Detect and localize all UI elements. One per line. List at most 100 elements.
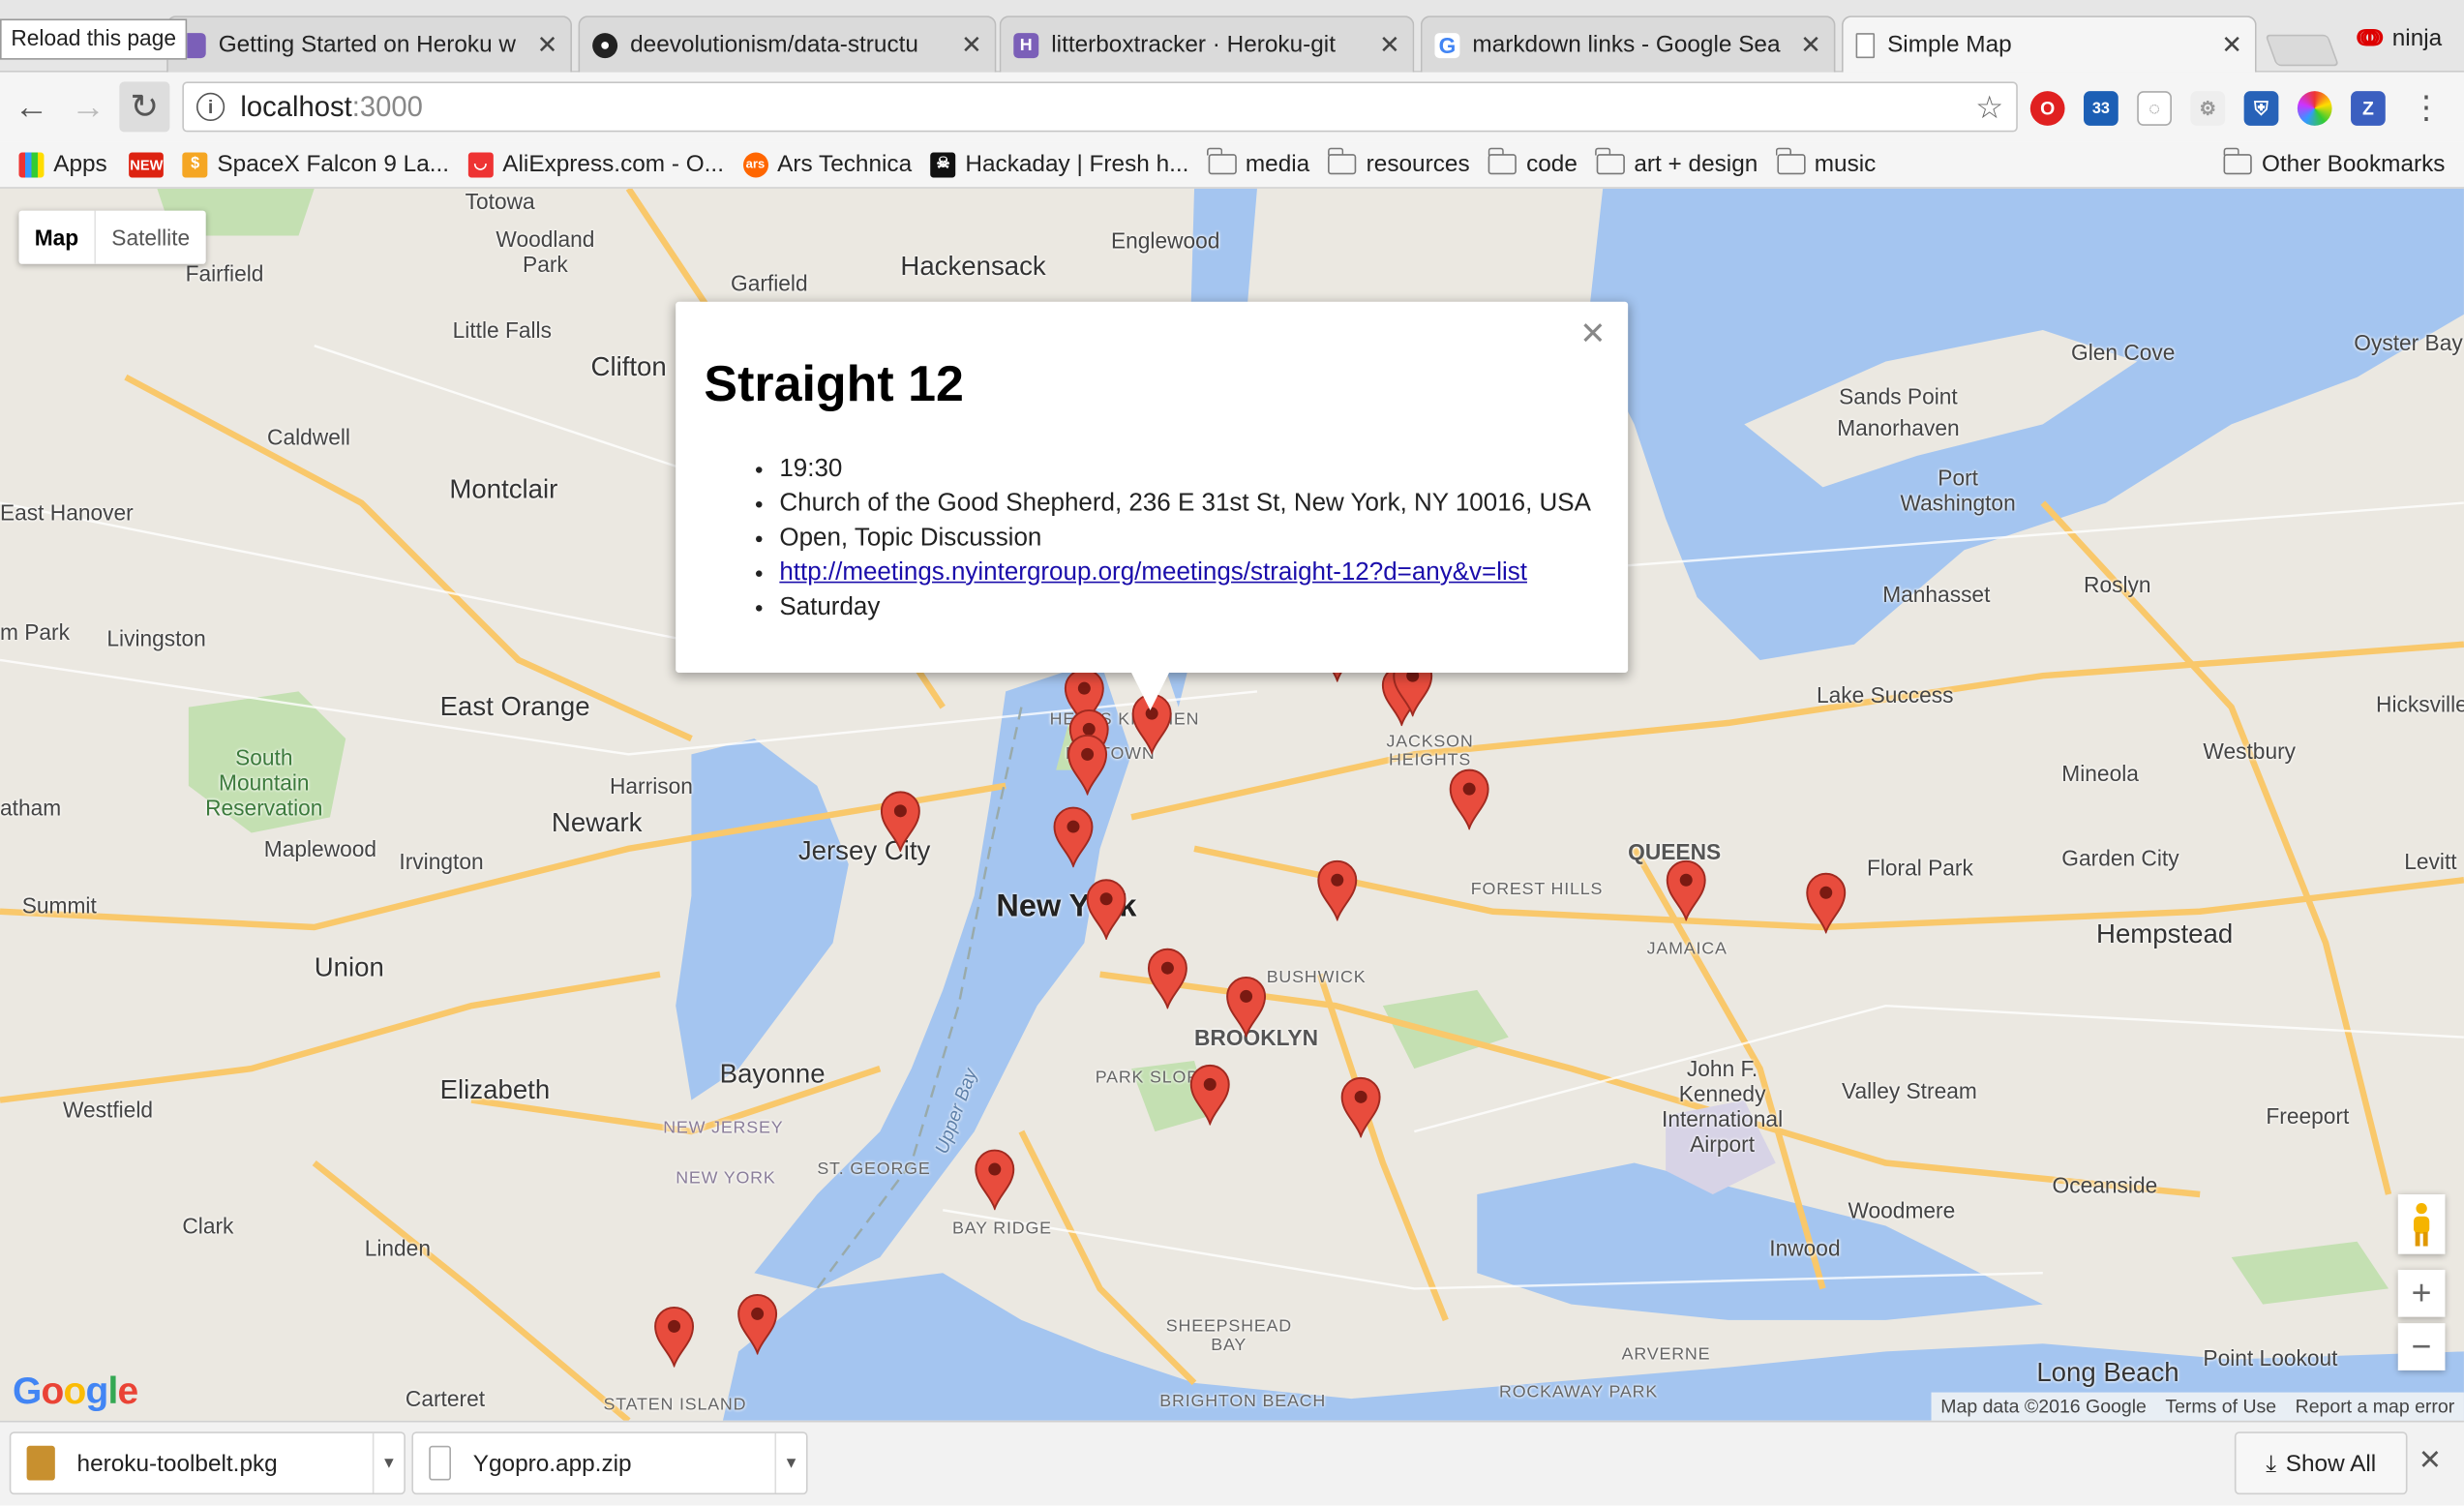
map-marker-icon[interactable] [1146, 946, 1189, 1010]
tab-google-search[interactable]: G markdown links - Google Sea ✕ [1420, 15, 1836, 73]
address-bar[interactable]: i localhost:3000 ☆ [182, 81, 2018, 133]
other-bookmarks[interactable]: Other Bookmarks [2223, 147, 2445, 177]
label-clark: Clark [182, 1213, 234, 1239]
map-marker-icon[interactable] [1664, 858, 1707, 922]
show-all-label: Show All [2285, 1449, 2377, 1477]
map-marker-icon[interactable] [652, 1305, 696, 1370]
label-st-george: ST. GEORGE [817, 1160, 931, 1179]
label-totowa: Totowa [465, 188, 535, 214]
map-marker-icon[interactable] [1804, 871, 1848, 935]
reload-tooltip: Reload this page [0, 18, 188, 60]
bookmark-hackaday[interactable]: ☠ Hackaday | Fresh h... [930, 151, 1188, 177]
info-window: ✕ Straight 12 19:30 Church of the Good S… [676, 301, 1629, 710]
close-icon[interactable]: ✕ [961, 29, 982, 60]
street-view-pegman-icon[interactable] [2397, 1194, 2446, 1254]
url-port: :3000 [351, 90, 423, 122]
reload-button[interactable]: ↻ [119, 81, 170, 133]
extensions-bar: O 33 ◌ ⚙ ⛨ Z [2029, 91, 2386, 126]
show-all-downloads-button[interactable]: ⤓ Show All [2234, 1431, 2408, 1495]
new-tab-button[interactable] [2265, 34, 2340, 67]
shield-extension-icon[interactable]: ⛨ [2243, 91, 2279, 126]
bookmark-label: Ars Technica [777, 150, 913, 178]
zoom-out-button[interactable]: − [2397, 1323, 2446, 1370]
label-arverne: ARVERNE [1621, 1344, 1711, 1365]
bookmark-label: resources [1366, 150, 1470, 178]
profile-name: ninja [2391, 24, 2443, 52]
tab-litterboxtracker[interactable]: H litterboxtracker · Heroku-git ✕ [999, 15, 1415, 73]
tab-title: litterboxtracker · Heroku-git [1051, 31, 1336, 59]
meeting-link[interactable]: http://meetings.nyintergroup.org/meeting… [779, 559, 1527, 587]
bookmark-star-icon[interactable]: ☆ [1975, 87, 2003, 127]
map-marker-icon[interactable] [1188, 1063, 1232, 1128]
bookmark-arstechnica[interactable]: ars Ars Technica [742, 150, 913, 178]
map-type-map-button[interactable]: Map [18, 210, 97, 264]
map-marker-icon[interactable] [1447, 767, 1490, 831]
gear-extension-icon[interactable]: ⚙ [2190, 91, 2226, 126]
download-menu-arrow[interactable]: ▼ [372, 1432, 404, 1493]
download-menu-arrow[interactable]: ▼ [774, 1432, 805, 1493]
map-canvas[interactable]: New York Newark Jersey City Clifton Bayo… [0, 188, 2464, 1421]
bookmark-aliexpress[interactable]: ◡ AliExpress.com - O... [467, 151, 724, 177]
bookmark-spacex[interactable]: $ SpaceX Falcon 9 La... [182, 150, 450, 178]
map-marker-icon[interactable] [1066, 733, 1109, 798]
map-marker-icon[interactable] [1315, 858, 1359, 922]
map-marker-icon[interactable] [1224, 975, 1268, 1039]
close-downloads-icon[interactable]: ✕ [2419, 1444, 2443, 1477]
label-new-york-state: NEW YORK [676, 1169, 776, 1189]
bookmark-folder-music[interactable]: music [1775, 147, 1876, 177]
google-logo[interactable]: Google [13, 1370, 138, 1414]
tab-github[interactable]: ● deevolutionism/data-structu ✕ [578, 15, 997, 73]
map-marker-icon[interactable] [1084, 877, 1127, 942]
tab-heroku-getting-started[interactable]: Getting Started on Heroku w ✕ [166, 15, 573, 73]
report-error-link[interactable]: Report a map error [2286, 1396, 2464, 1418]
label-atham: atham [0, 795, 62, 821]
close-icon[interactable]: ✕ [1800, 29, 1821, 60]
bookmark-folder-code[interactable]: code [1487, 147, 1578, 178]
bookmark-folder-art-design[interactable]: art + design [1595, 147, 1758, 178]
map-marker-icon[interactable] [1338, 1075, 1382, 1140]
label-sands-point: Sands Point Manorhaven [1837, 383, 1960, 440]
mail-extension-icon[interactable]: 33 [2084, 91, 2118, 126]
label-carteret: Carteret [405, 1386, 486, 1412]
info-icon[interactable]: i [195, 92, 225, 122]
downloads-bar: heroku-toolbelt.pkg ▼ Ygopro.app.zip ▼ ⤓… [0, 1420, 2464, 1506]
download-item-ygopro[interactable]: Ygopro.app.zip ▼ [411, 1431, 808, 1495]
bookmark-folder-resources[interactable]: resources [1327, 147, 1470, 178]
opera-extension-icon[interactable]: O [2029, 91, 2065, 126]
bookmark-new-badge[interactable]: NEW [129, 151, 172, 177]
map-data-credit: Map data ©2016 Google [1940, 1395, 2147, 1418]
map-marker-icon[interactable] [973, 1147, 1016, 1212]
label-hempstead: Hempstead [2096, 919, 2234, 949]
zoom-in-button[interactable]: + [2397, 1269, 2446, 1317]
label-jackson-heights: JACKSON HEIGHTS [1386, 732, 1474, 770]
close-icon[interactable]: ✕ [2221, 29, 2242, 60]
bookmark-apps[interactable]: Apps [18, 151, 107, 177]
incognito-icon: ↈ [2357, 24, 2384, 52]
map-marker-icon[interactable] [736, 1292, 779, 1357]
bookmark-label: SpaceX Falcon 9 La... [217, 150, 450, 178]
forward-arrow-icon: → [71, 86, 105, 126]
label-englewood: Englewood [1110, 227, 1220, 254]
back-button[interactable]: ← [6, 81, 56, 132]
map-type-satellite-button[interactable]: Satellite [96, 211, 205, 264]
bookmark-label: code [1526, 150, 1578, 178]
close-icon[interactable]: ✕ [1379, 29, 1400, 60]
bookmark-label: art + design [1634, 150, 1758, 178]
meeting-title: Straight 12 [704, 354, 964, 412]
dots-extension-icon[interactable]: ◌ [2137, 91, 2172, 126]
download-item-heroku-toolbelt[interactable]: heroku-toolbelt.pkg ▼ [9, 1431, 406, 1495]
color-wheel-icon[interactable] [2297, 91, 2332, 126]
label-new-jersey: NEW JERSEY [663, 1119, 784, 1138]
profile-button[interactable]: ↈ ninja [2357, 25, 2442, 52]
zotero-icon[interactable]: Z [2351, 91, 2386, 126]
menu-icon[interactable]: ⋮ [2411, 88, 2442, 128]
map-marker-icon[interactable] [879, 789, 922, 854]
forward-button[interactable]: → [63, 81, 113, 132]
tab-simple-map[interactable]: Simple Map ✕ [1841, 15, 2257, 73]
close-icon[interactable]: ✕ [537, 29, 558, 60]
terms-link[interactable]: Terms of Use [2156, 1396, 2286, 1418]
label-woodmere: Woodmere [1848, 1197, 1956, 1223]
close-icon[interactable]: ✕ [1579, 315, 1606, 354]
bookmark-folder-media[interactable]: media [1207, 147, 1309, 177]
map-marker-icon[interactable] [1051, 804, 1095, 869]
